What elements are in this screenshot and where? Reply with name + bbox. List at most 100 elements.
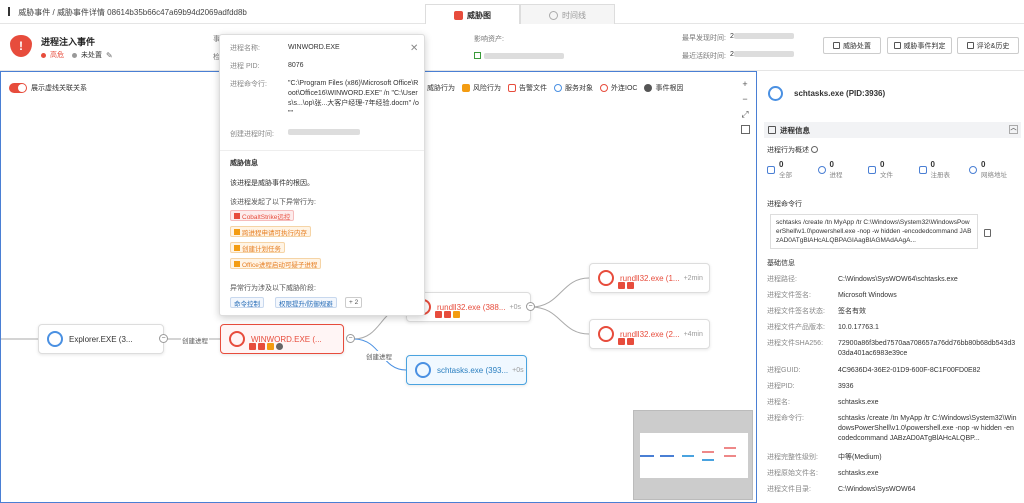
collapse-icon[interactable]: ︿ bbox=[1009, 125, 1018, 134]
minimap-node bbox=[640, 455, 654, 457]
field-value[interactable]: 72900a86f3bed7570aa708657a76dd76bb80b68d… bbox=[838, 339, 1017, 359]
behavior-tag-schedule-task[interactable]: 创建计划任务 bbox=[230, 242, 285, 253]
status-dot bbox=[72, 52, 77, 58]
minimap-node bbox=[660, 455, 674, 457]
field-value: schtasks.exe bbox=[838, 470, 879, 477]
node-time: +4min bbox=[683, 330, 703, 338]
node-badges bbox=[249, 343, 283, 350]
button-label: 威胁处置 bbox=[843, 42, 871, 50]
stage-title: 异常行为涉及以下威胁阶段: bbox=[230, 285, 316, 292]
first-seen-value: 2 bbox=[730, 33, 794, 40]
collapse-button[interactable]: − bbox=[159, 334, 168, 343]
stat-all[interactable]: 0 全部 bbox=[767, 160, 815, 188]
threat-graph-icon bbox=[454, 10, 463, 20]
field-key: 进程完整性级别: bbox=[767, 454, 818, 461]
behavior-tag-office-child[interactable]: Office进程启动可疑子进程 bbox=[230, 258, 322, 269]
tab-timeline[interactable]: 时间线 bbox=[520, 4, 615, 25]
button-label: 评论&历史 bbox=[976, 42, 1010, 50]
registry-icon bbox=[918, 166, 927, 174]
node-rundll32-1[interactable]: rundll32.exe (1... +2min bbox=[589, 263, 710, 293]
cmdline-box[interactable]: schtasks /create /tn MyApp /tr C:\Window… bbox=[770, 214, 978, 249]
menu-icon[interactable] bbox=[8, 7, 10, 16]
stat-value: 0 bbox=[930, 160, 935, 169]
risk-badge-icon bbox=[267, 343, 274, 350]
asset-redacted bbox=[484, 52, 564, 59]
node-time: +0s bbox=[509, 303, 521, 311]
stage-tag-c2[interactable]: 命令控制 bbox=[230, 297, 264, 308]
field-key: 进程命令行: bbox=[767, 415, 804, 422]
field-version: 进程文件产品版本: 10.0.17763.1 bbox=[767, 323, 1017, 333]
node-winword[interactable]: WINWORD.EXE (... bbox=[220, 324, 344, 354]
edge-label-create-1: 创建进程 bbox=[181, 335, 209, 345]
threat-badge-icon bbox=[618, 282, 625, 289]
event-header: ! 进程注入事件 高危 未处置 ✎ 事 检 影响资产: 最早发现时间: 2 最近… bbox=[0, 24, 1024, 71]
root-cause-text: 该进程是威胁事件的根因。 bbox=[230, 180, 314, 187]
edge-rundll2-rundll1 bbox=[530, 277, 590, 308]
stat-process[interactable]: 0 进程 bbox=[817, 160, 866, 188]
threat-badge-icon bbox=[435, 311, 442, 318]
stat-body: 0 网络地址 bbox=[981, 160, 1007, 188]
last-seen-value: 2 bbox=[730, 51, 794, 58]
threat-dispose-button[interactable]: 威胁处置 bbox=[823, 37, 881, 54]
alert-badge-icon bbox=[627, 282, 634, 289]
breadcrumb-item-threat-events[interactable]: 威胁事件 bbox=[18, 8, 50, 17]
stat-file[interactable]: 0 文件 bbox=[868, 160, 916, 188]
tag-label: 跨进程申请可执行内存 bbox=[242, 229, 307, 237]
stat-body: 0 文件 bbox=[880, 160, 893, 188]
process-gear-icon bbox=[768, 86, 783, 101]
graph-minimap[interactable] bbox=[633, 410, 753, 500]
stat-network[interactable]: 0 网络地址 bbox=[969, 160, 1017, 188]
minimap-viewport bbox=[640, 433, 748, 478]
overview-label: 进程行为概述 bbox=[767, 145, 818, 155]
cmd-title: 进程命令行 bbox=[767, 201, 802, 208]
process-icon bbox=[817, 166, 826, 174]
risk-badge-icon bbox=[453, 311, 460, 318]
field-name: 进程名: schtasks.exe bbox=[767, 398, 1017, 408]
field-key: 进程文件目录: bbox=[767, 486, 811, 493]
stat-registry[interactable]: 0 注册表 bbox=[918, 160, 967, 188]
edit-icon[interactable]: ✎ bbox=[106, 51, 113, 60]
comment-history-button[interactable]: 评论&历史 bbox=[957, 37, 1019, 54]
behavior-tag-memory-alloc[interactable]: 跨进程申请可执行内存 bbox=[230, 226, 311, 237]
behavior-tag-cobaltstrike[interactable]: CobaltStrike远控 bbox=[230, 210, 295, 221]
stat-body: 0 注册表 bbox=[931, 160, 951, 188]
help-icon[interactable] bbox=[810, 146, 818, 153]
popup-key: 进程 PID: bbox=[230, 63, 260, 70]
copy-icon[interactable] bbox=[984, 229, 991, 237]
comment-icon bbox=[966, 42, 974, 49]
field-value: C:\Windows\SysWOW64\schtasks.exe bbox=[838, 276, 958, 283]
node-rundll32-2[interactable]: rundll32.exe (2... +4min bbox=[589, 319, 710, 349]
stage-tag-more[interactable]: + 2 bbox=[345, 297, 363, 308]
collapse-button[interactable]: − bbox=[526, 302, 535, 311]
tab-threat-graph[interactable]: 威胁图 bbox=[425, 4, 520, 25]
field-key: 进程PID: bbox=[767, 383, 795, 390]
field-key: 进程GUID: bbox=[767, 367, 801, 374]
minimap-node bbox=[702, 459, 714, 461]
field-cmdline: 进程命令行: schtasks /create /tn MyApp /tr C:\… bbox=[767, 414, 1017, 444]
field-directory: 进程文件目录: C:\Windows\SysWOW64 bbox=[767, 485, 1017, 495]
breadcrumb: 威胁事件 / 威胁事件详情 08614b35b66c47a69b94d2069a… bbox=[8, 7, 247, 18]
popup-row-pid: 进程 PID: 8076 bbox=[230, 61, 420, 71]
popup-key: 创建进程时间: bbox=[230, 131, 274, 138]
event-meta: 高危 未处置 ✎ bbox=[41, 50, 113, 60]
popup-value: "C:\Program Files (x86)\Microsoft Office… bbox=[288, 80, 419, 117]
field-signature: 进程文件签名: Microsoft Windows bbox=[767, 291, 1017, 301]
tag-label: CobaltStrike远控 bbox=[242, 213, 291, 221]
process-info-section-header[interactable]: 进程信息 ︿ bbox=[764, 122, 1021, 138]
stage-tag-privilege[interactable]: 权限提升/防御规避 bbox=[275, 297, 337, 308]
first-seen-label: 最早发现时间: bbox=[682, 35, 726, 42]
last-seen-label: 最近活跃时间: bbox=[682, 53, 726, 60]
process-gear-icon bbox=[47, 331, 63, 347]
node-schtasks[interactable]: schtasks.exe (393... +0s bbox=[406, 355, 527, 385]
threat-judge-button[interactable]: 威胁事件判定 bbox=[887, 37, 952, 54]
collapse-button[interactable]: − bbox=[346, 334, 355, 343]
asset-value[interactable] bbox=[474, 52, 564, 59]
panel-title: schtasks.exe (PID:3936) bbox=[794, 89, 886, 98]
view-tabs: 威胁图 时间线 bbox=[425, 4, 615, 25]
popup-row-name: 进程名称: WINWORD.EXE bbox=[230, 43, 420, 53]
minimap-preview bbox=[640, 447, 736, 461]
node-explorer[interactable]: Explorer.EXE (3... bbox=[38, 324, 164, 354]
process-detail-popup: ✕ 进程名称: WINWORD.EXE 进程 PID: 8076 进程命令行: … bbox=[219, 34, 425, 316]
field-guid: 进程GUID: 4C9636D4-36E2-01D9-600F-8C1F00FD0… bbox=[767, 366, 1017, 376]
field-integrity: 进程完整性级别: 中等(Medium) bbox=[767, 453, 1017, 463]
